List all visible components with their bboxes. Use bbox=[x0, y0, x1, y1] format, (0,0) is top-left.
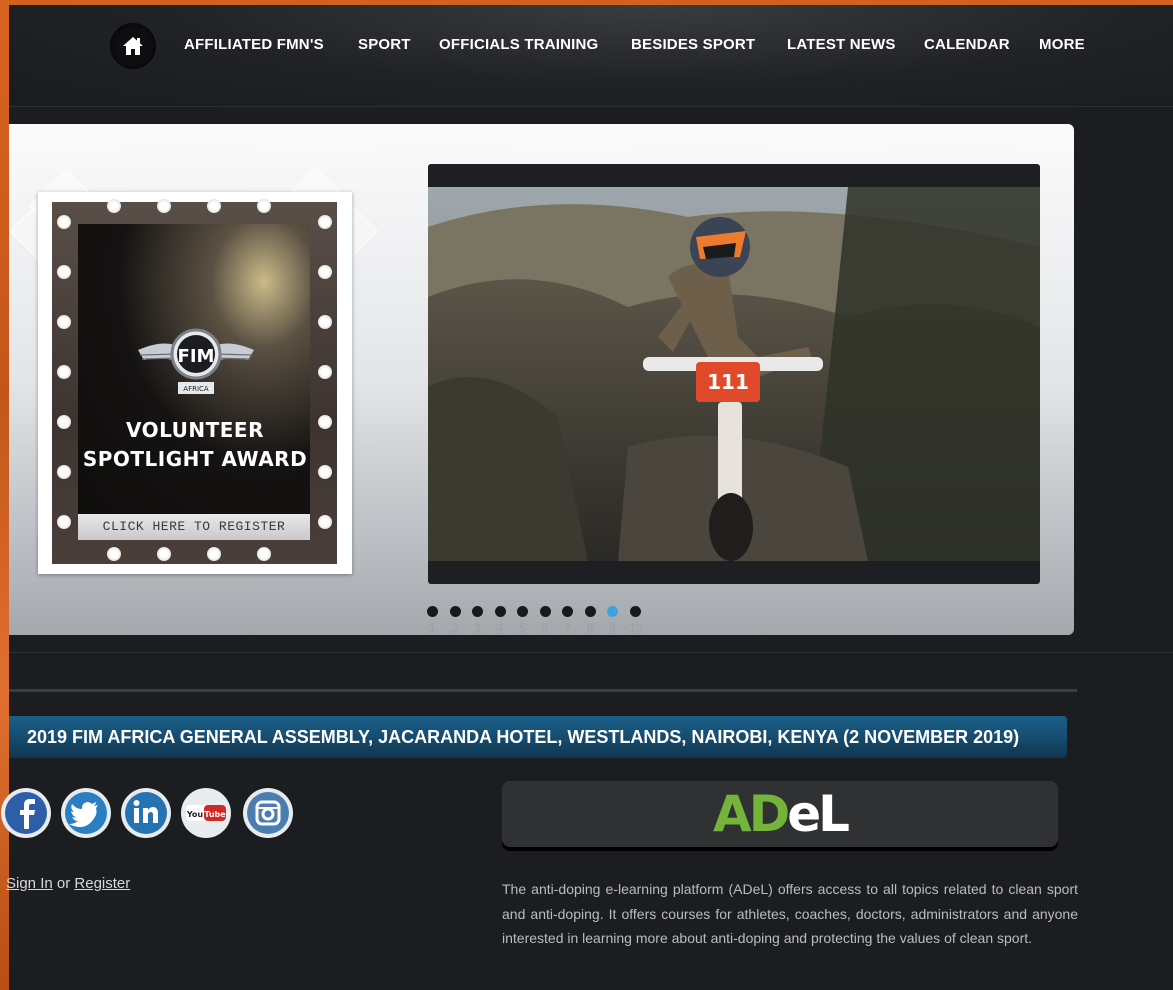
instagram-icon[interactable] bbox=[242, 787, 294, 839]
slider-dot[interactable] bbox=[562, 606, 573, 617]
linkedin-icon[interactable] bbox=[120, 787, 172, 839]
register-link[interactable]: Register bbox=[74, 875, 130, 892]
light-bulb bbox=[318, 315, 332, 329]
sign-in-link[interactable]: Sign In bbox=[6, 875, 53, 892]
light-bulb bbox=[318, 265, 332, 279]
slider-dot[interactable] bbox=[427, 606, 438, 617]
light-bulb bbox=[57, 365, 71, 379]
slider-page-number[interactable]: 9 bbox=[607, 621, 618, 635]
slider-page-number[interactable]: 7 bbox=[562, 621, 573, 635]
slider-dot[interactable] bbox=[584, 606, 596, 617]
slider-dot[interactable] bbox=[449, 606, 461, 617]
light-bulb bbox=[207, 199, 221, 213]
slider-page-number[interactable]: 3 bbox=[472, 621, 483, 635]
light-bulb bbox=[157, 199, 171, 213]
nav-item-besides-sport[interactable]: BESIDES SPORT bbox=[631, 36, 755, 53]
adel-logo-button[interactable]: ADeL bbox=[502, 781, 1058, 847]
nav-item-latest-news[interactable]: LATEST NEWS bbox=[787, 36, 896, 53]
svg-text:AFRICA: AFRICA bbox=[183, 385, 209, 393]
twitter-icon[interactable] bbox=[60, 787, 112, 839]
light-bulb bbox=[157, 547, 171, 561]
slider-dot[interactable] bbox=[629, 606, 641, 617]
section-divider bbox=[9, 652, 1173, 653]
svg-text:You: You bbox=[186, 810, 204, 819]
horizontal-rule bbox=[9, 689, 1077, 692]
poster-register-button[interactable]: CLICK HERE TO REGISTER bbox=[78, 514, 310, 540]
svg-text:Tube: Tube bbox=[204, 810, 226, 819]
slider-page-number[interactable]: 6 bbox=[540, 621, 551, 635]
slider-page-number[interactable]: 4 bbox=[495, 621, 506, 635]
slider-page-number[interactable]: 8 bbox=[585, 621, 596, 635]
orange-left-border bbox=[0, 0, 9, 990]
slider-dot[interactable] bbox=[494, 606, 506, 617]
nav-item-affiliated-fmns[interactable]: AFFILIATED FMN'S bbox=[184, 36, 324, 53]
motocross-rider-photo: 111 bbox=[428, 187, 1040, 561]
main-nav: AFFILIATED FMN'S SPORT OFFICIALS TRAININ… bbox=[9, 5, 1173, 107]
adel-logo-el: eL bbox=[787, 785, 850, 843]
nav-item-more[interactable]: MORE bbox=[1039, 36, 1085, 53]
news-headline-banner[interactable]: 2019 FIM AFRICA GENERAL ASSEMBLY, JACARA… bbox=[9, 716, 1067, 758]
light-bulb bbox=[57, 265, 71, 279]
hero-slide-image[interactable]: 111 bbox=[428, 164, 1040, 584]
fim-africa-logo: FIM AFRICA bbox=[138, 328, 254, 394]
light-bulb bbox=[257, 199, 271, 213]
slider-page-number[interactable]: 2 bbox=[450, 621, 461, 635]
svg-text:FIM: FIM bbox=[178, 346, 215, 367]
nav-item-calendar[interactable]: CALENDAR bbox=[924, 36, 1010, 53]
light-bulb bbox=[318, 365, 332, 379]
light-bulb bbox=[318, 215, 332, 229]
light-bulb bbox=[57, 215, 71, 229]
light-bulb bbox=[257, 547, 271, 561]
light-bulb bbox=[57, 515, 71, 529]
facebook-icon[interactable] bbox=[0, 787, 52, 839]
volunteer-award-poster[interactable]: FIM AFRICA VOLUNTEER SPOTLIGHT AWARD CLI… bbox=[38, 192, 352, 574]
poster-title-line1: VOLUNTEER bbox=[125, 418, 264, 442]
slider-dot[interactable] bbox=[517, 606, 528, 617]
light-bulb bbox=[318, 515, 332, 529]
or-text: or bbox=[56, 875, 71, 892]
light-bulb bbox=[207, 547, 221, 561]
slider-dot[interactable] bbox=[607, 606, 618, 617]
slider-dot[interactable] bbox=[539, 606, 551, 617]
slider-dot[interactable] bbox=[472, 606, 483, 617]
slider-page-number[interactable]: 1 bbox=[427, 621, 438, 635]
light-bulb bbox=[107, 547, 121, 561]
nav-item-officials-training[interactable]: OFFICIALS TRAINING bbox=[439, 36, 598, 53]
slider-page-number[interactable]: 10 bbox=[630, 621, 643, 635]
home-icon bbox=[123, 37, 143, 55]
account-links: Sign In or Register bbox=[6, 875, 130, 892]
svg-text:111: 111 bbox=[707, 370, 749, 394]
adel-logo-ad: AD bbox=[713, 785, 790, 843]
slider-page-number[interactable]: 5 bbox=[517, 621, 528, 635]
youtube-icon[interactable]: You Tube bbox=[180, 787, 232, 839]
light-bulb bbox=[57, 315, 71, 329]
light-bulb bbox=[107, 199, 121, 213]
adel-description: The anti-doping e-learning platform (ADe… bbox=[502, 881, 1078, 946]
home-button[interactable] bbox=[110, 23, 156, 69]
poster-title-line2: SPOTLIGHT AWARD bbox=[82, 447, 308, 471]
nav-item-sport[interactable]: SPORT bbox=[358, 36, 411, 53]
